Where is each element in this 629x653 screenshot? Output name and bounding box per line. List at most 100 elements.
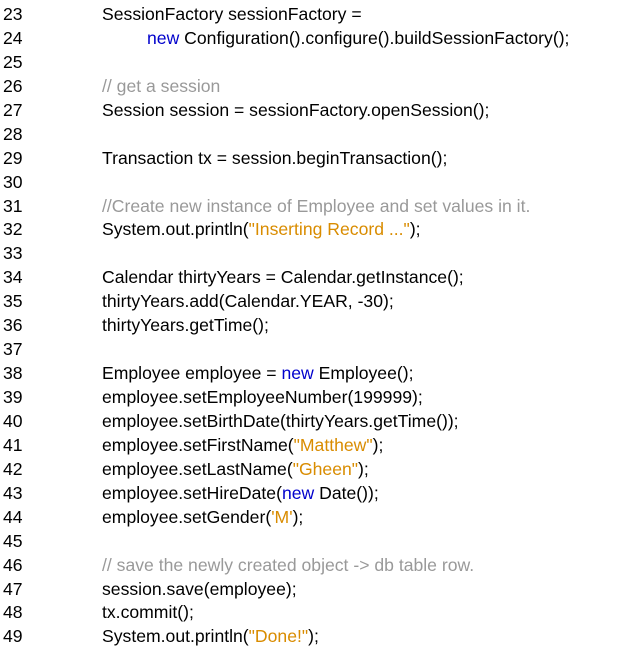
code-text: employee.setFirstName("Matthew"); — [102, 434, 383, 458]
line-number: 46 — [3, 554, 23, 575]
code-text: //Create new instance of Employee and se… — [102, 195, 530, 219]
line-number: 37 — [3, 339, 23, 360]
string-literal-token: 'M' — [271, 506, 293, 527]
code-token: Employee(); — [313, 363, 414, 384]
code-token: Transaction tx = session.beginTransactio… — [102, 147, 448, 168]
code-token: ); — [409, 219, 421, 240]
code-line: 35 thirtyYears.add(Calendar.YEAR, -30); — [0, 290, 629, 314]
code-text: employee.setBirthDate(thirtyYears.getTim… — [102, 410, 459, 434]
code-token: Date()); — [314, 482, 379, 503]
line-number: 39 — [3, 387, 23, 407]
code-text: thirtyYears.add(Calendar.YEAR, -30); — [102, 290, 394, 314]
code-text: // get a session — [102, 75, 220, 99]
code-token: Session session = sessionFactory.openSes… — [102, 99, 490, 120]
line-number: 35 — [3, 291, 23, 312]
code-line: 23 SessionFactory sessionFactory = — [0, 3, 629, 27]
code-token: Configuration().configure().buildSession… — [179, 27, 570, 48]
code-token: ); — [372, 434, 384, 455]
line-number: 44 — [3, 506, 23, 527]
code-text: Calendar thirtyYears = Calendar.getInsta… — [102, 266, 464, 290]
code-text: new Configuration().configure().buildSes… — [147, 27, 569, 51]
code-line: 33 — [0, 242, 629, 266]
string-literal-token: "Inserting Record ..." — [248, 219, 410, 240]
line-number: 28 — [3, 123, 23, 144]
code-token: System.out.println( — [102, 219, 249, 240]
string-literal-token: "Matthew" — [293, 434, 373, 455]
code-text: employee.setEmployeeNumber(199999); — [102, 386, 423, 410]
string-literal-token: "Gheen" — [292, 458, 359, 479]
code-line: 42 employee.setLastName("Gheen"); — [0, 458, 629, 482]
code-line: 25 — [0, 51, 629, 75]
line-number: 41 — [3, 434, 23, 455]
line-number: 25 — [3, 51, 23, 72]
keyword-token: new — [147, 27, 180, 48]
code-token: employee.setFirstName( — [102, 434, 294, 455]
code-token: session.save(employee); — [102, 578, 297, 599]
code-line: 39 employee.setEmployeeNumber(199999); — [0, 386, 629, 410]
code-token: employee.setLastName( — [102, 458, 293, 479]
line-number: 24 — [3, 27, 23, 48]
line-number: 30 — [3, 171, 23, 192]
code-text: Transaction tx = session.beginTransactio… — [102, 147, 447, 171]
code-line: 26 // get a session — [0, 75, 629, 99]
comment-token: // get a session — [102, 75, 221, 96]
line-number: 29 — [3, 147, 23, 168]
line-number: 31 — [3, 195, 23, 216]
line-number: 38 — [3, 363, 23, 384]
code-listing: 23 SessionFactory sessionFactory = 24 new C… — [0, 3, 629, 649]
code-line: 28 — [0, 123, 629, 147]
code-token: employee.setHireDate( — [102, 482, 282, 503]
code-text: System.out.println("Inserting Record ...… — [102, 218, 421, 242]
line-number: 40 — [3, 410, 23, 431]
line-number: 36 — [3, 315, 23, 336]
code-token: employee.setBirthDate(thirtyYears.getTim… — [102, 410, 459, 431]
line-number: 49 — [3, 626, 23, 647]
code-token: Employee employee = — [102, 363, 282, 384]
code-text: session.save(employee); — [102, 578, 297, 602]
code-token: ); — [292, 506, 304, 527]
code-text: tx.commit(); — [102, 601, 194, 625]
line-number: 43 — [3, 482, 23, 503]
code-token: tx.commit(); — [102, 602, 194, 623]
line-number: 47 — [3, 578, 23, 599]
code-token: thirtyYears.add(Calendar.YEAR, -30); — [102, 291, 394, 312]
keyword-token: new — [281, 363, 314, 384]
code-line: 36 thirtyYears.getTime(); — [0, 314, 629, 338]
code-line: 37 — [0, 338, 629, 362]
code-line: 47 session.save(employee); — [0, 578, 629, 602]
code-text: Session session = sessionFactory.openSes… — [102, 99, 489, 123]
code-line: 31 //Create new instance of Employee and … — [0, 195, 629, 219]
code-text: employee.setHireDate(new Date()); — [102, 482, 379, 506]
code-token: SessionFactory sessionFactory = — [102, 4, 362, 24]
line-number: 26 — [3, 75, 23, 96]
code-text: System.out.println("Done!"); — [102, 625, 319, 649]
line-number: 48 — [3, 602, 23, 623]
code-line: 49 System.out.println("Done!"); — [0, 625, 629, 649]
line-number: 42 — [3, 458, 23, 479]
code-line: 30 — [0, 171, 629, 195]
code-line: 32 System.out.println("Inserting Record .… — [0, 218, 629, 242]
line-number: 27 — [3, 99, 23, 120]
code-line: 44 employee.setGender('M'); — [0, 506, 629, 530]
code-text: employee.setLastName("Gheen"); — [102, 458, 369, 482]
code-text: thirtyYears.getTime(); — [102, 314, 269, 338]
code-line: 46 // save the newly created object -> db… — [0, 554, 629, 578]
code-line: 34 Calendar thirtyYears = Calendar.getIns… — [0, 266, 629, 290]
code-token: ); — [358, 458, 369, 479]
code-token: System.out.println( — [102, 626, 249, 647]
code-token: employee.setGender( — [102, 506, 272, 527]
line-number: 23 — [3, 4, 23, 24]
code-text: Employee employee = new Employee(); — [102, 362, 413, 386]
line-number: 32 — [3, 219, 23, 240]
code-line: 40 employee.setBirthDate(thirtyYears.getT… — [0, 410, 629, 434]
code-line: 24 new Configuration().configure().buildS… — [0, 27, 629, 51]
string-literal-token: "Done!" — [248, 626, 309, 647]
code-token: employee.setEmployeeNumber(199999); — [102, 387, 423, 407]
code-line: 38 Employee employee = new Employee(); — [0, 362, 629, 386]
code-text: SessionFactory sessionFactory = — [102, 3, 362, 27]
line-number: 33 — [3, 243, 23, 264]
code-line: 29 Transaction tx = session.beginTransact… — [0, 147, 629, 171]
keyword-token: new — [281, 482, 315, 503]
code-token: thirtyYears.getTime(); — [102, 315, 269, 336]
code-line: 27 Session session = sessionFactory.openS… — [0, 99, 629, 123]
